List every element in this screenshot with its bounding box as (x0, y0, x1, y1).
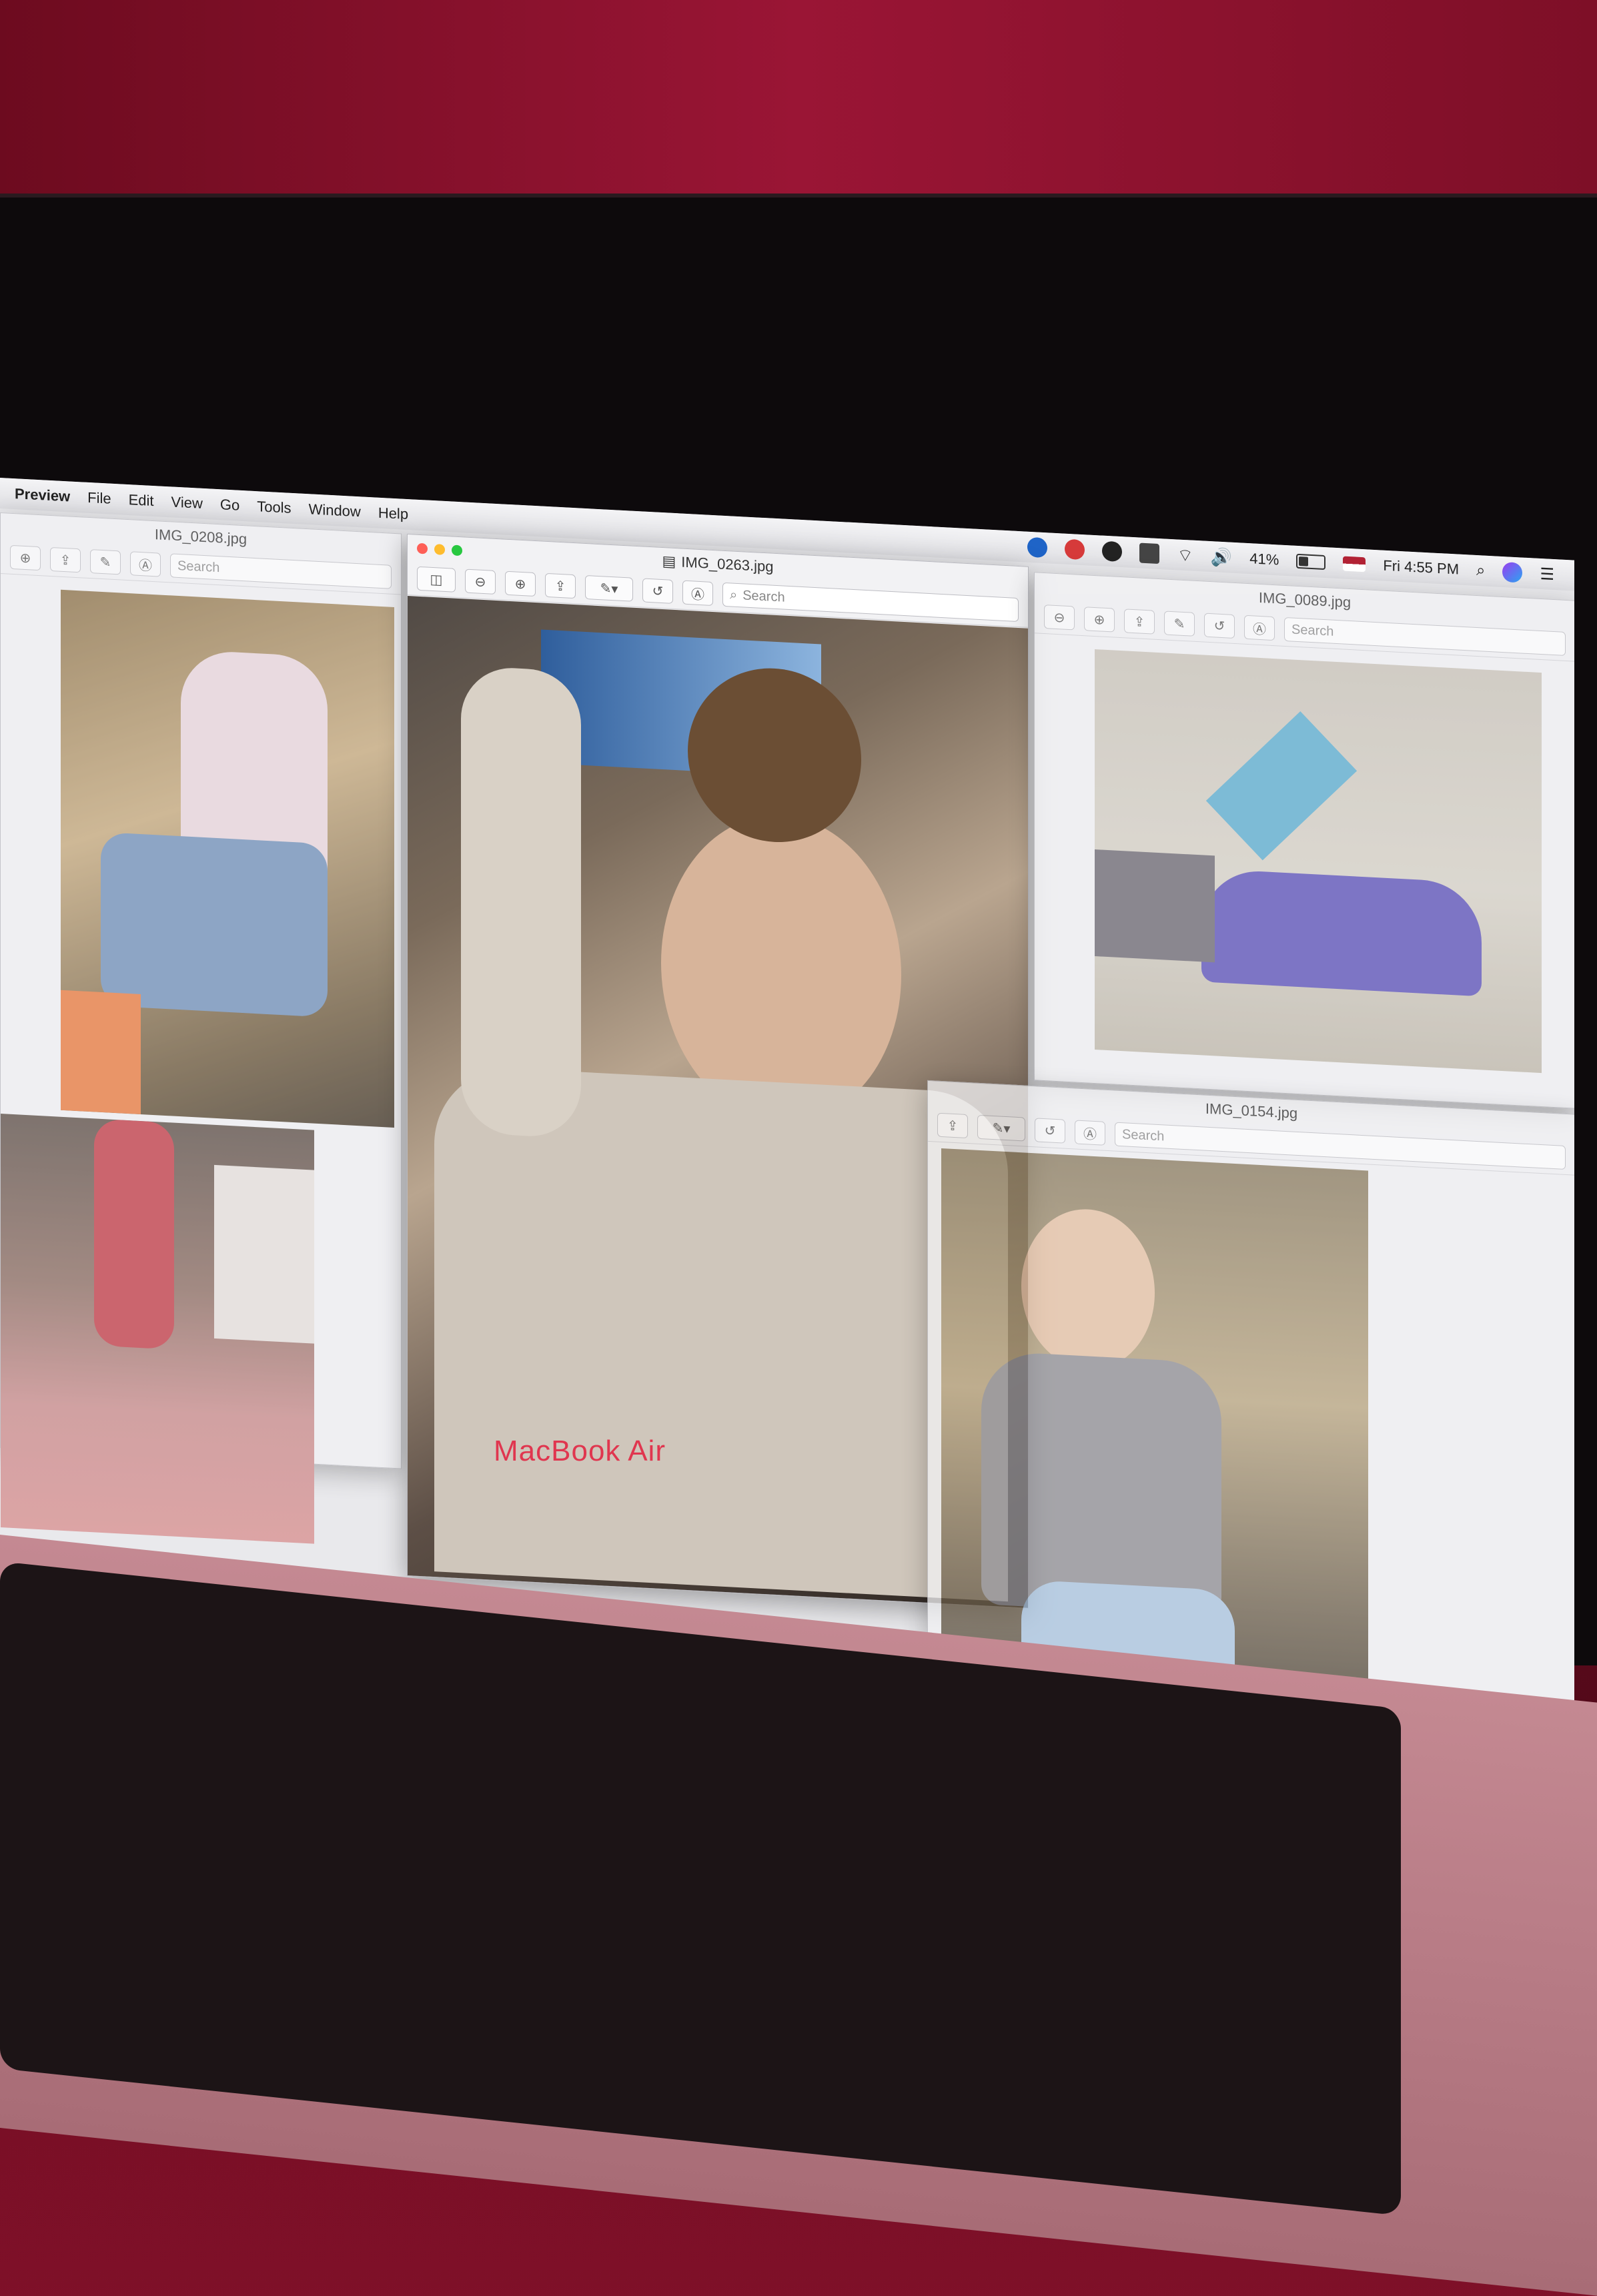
battery-icon[interactable] (1296, 553, 1326, 570)
us-flag-icon[interactable] (1343, 556, 1366, 572)
share-button[interactable]: ⇪ (545, 572, 576, 599)
zoom-in-button[interactable]: ⊕ (1084, 607, 1115, 633)
photo-img-headstand (1, 1114, 314, 1544)
zoom-out-button[interactable]: ⊖ (1044, 605, 1075, 631)
zoom-in-button[interactable]: ⊕ (505, 570, 536, 597)
search-placeholder: Search (177, 558, 220, 575)
share-button[interactable]: ⇪ (937, 1112, 968, 1139)
preview-window-left: IMG_0208.jpg ⊕ ⇪ ✎ Ⓐ Search (0, 512, 402, 1544)
creative-cloud-icon[interactable] (1065, 538, 1085, 560)
photo-img-0208 (61, 589, 394, 1128)
rotate-button[interactable]: ↺ (642, 578, 673, 604)
annotate-button[interactable]: Ⓐ (1075, 1120, 1105, 1146)
annotate-button[interactable]: Ⓐ (1244, 615, 1275, 641)
markup-button[interactable]: ✎▾ (585, 575, 633, 602)
search-icon: ⌕ (730, 587, 738, 603)
share-button[interactable]: ⇪ (1124, 609, 1155, 635)
close-button[interactable] (417, 542, 428, 554)
search-placeholder: Search (1291, 621, 1334, 639)
window-title-center: IMG_0263.jpg (681, 553, 774, 575)
menu-window[interactable]: Window (309, 500, 361, 520)
search-placeholder: Search (1122, 1126, 1165, 1144)
laptop-lid: Preview File Edit View Go Tools Window H… (0, 194, 1597, 1875)
minimize-button[interactable] (434, 544, 445, 555)
teamviewer-icon[interactable] (1027, 536, 1048, 558)
volume-icon[interactable]: 🔊 (1211, 546, 1232, 568)
traffic-lights (417, 542, 462, 556)
zoom-button[interactable] (452, 544, 462, 556)
menu-app-name[interactable]: Preview (15, 485, 70, 505)
background-wall (0, 0, 1597, 214)
spotlight-icon[interactable]: ⌕ (1476, 561, 1485, 581)
share-button[interactable]: ⇪ (50, 546, 81, 573)
annotate-button[interactable]: Ⓐ (130, 551, 161, 577)
markup-button[interactable]: ✎▾ (977, 1114, 1025, 1142)
notification-icon[interactable]: ☰ (1540, 564, 1554, 584)
annotate-button[interactable]: Ⓐ (682, 580, 713, 607)
zoom-in-button[interactable]: ⊕ (10, 544, 41, 571)
rotate-button[interactable]: ↺ (1204, 613, 1235, 639)
menu-edit[interactable]: Edit (129, 491, 154, 510)
preview-window-right-top: IMG_0089.jpg ⊖ ⊕ ⇪ ✎ ↺ Ⓐ Search (1034, 572, 1574, 1109)
keyboard (0, 1561, 1401, 2216)
search-placeholder: Search (742, 587, 785, 605)
zoom-out-button[interactable]: ⊖ (465, 568, 496, 595)
laptop-brand-label: MacBook Air (494, 1435, 666, 1467)
document-icon: ▤ (662, 552, 676, 570)
battery-percent: 41% (1249, 550, 1279, 568)
search-input-left[interactable]: Search (170, 553, 392, 589)
markup-button[interactable]: ✎ (1164, 611, 1195, 637)
sidebar-toggle-button[interactable]: ◫ (417, 566, 456, 593)
rotate-button[interactable]: ↺ (1035, 1118, 1065, 1144)
siri-icon[interactable] (1502, 562, 1523, 583)
airplay-icon[interactable] (1139, 542, 1160, 564)
menu-help[interactable]: Help (378, 504, 408, 523)
photo-img-0089 (1095, 649, 1542, 1074)
markup-button[interactable]: ✎ (90, 549, 121, 575)
wifi-icon[interactable]: ⌔ (1177, 544, 1193, 566)
status-icon[interactable] (1102, 540, 1123, 562)
menu-tools[interactable]: Tools (257, 498, 291, 517)
menu-go[interactable]: Go (220, 496, 239, 514)
menu-view[interactable]: View (171, 493, 203, 512)
menu-clock[interactable]: Fri 4:55 PM (1383, 557, 1459, 579)
menu-file[interactable]: File (87, 489, 111, 508)
